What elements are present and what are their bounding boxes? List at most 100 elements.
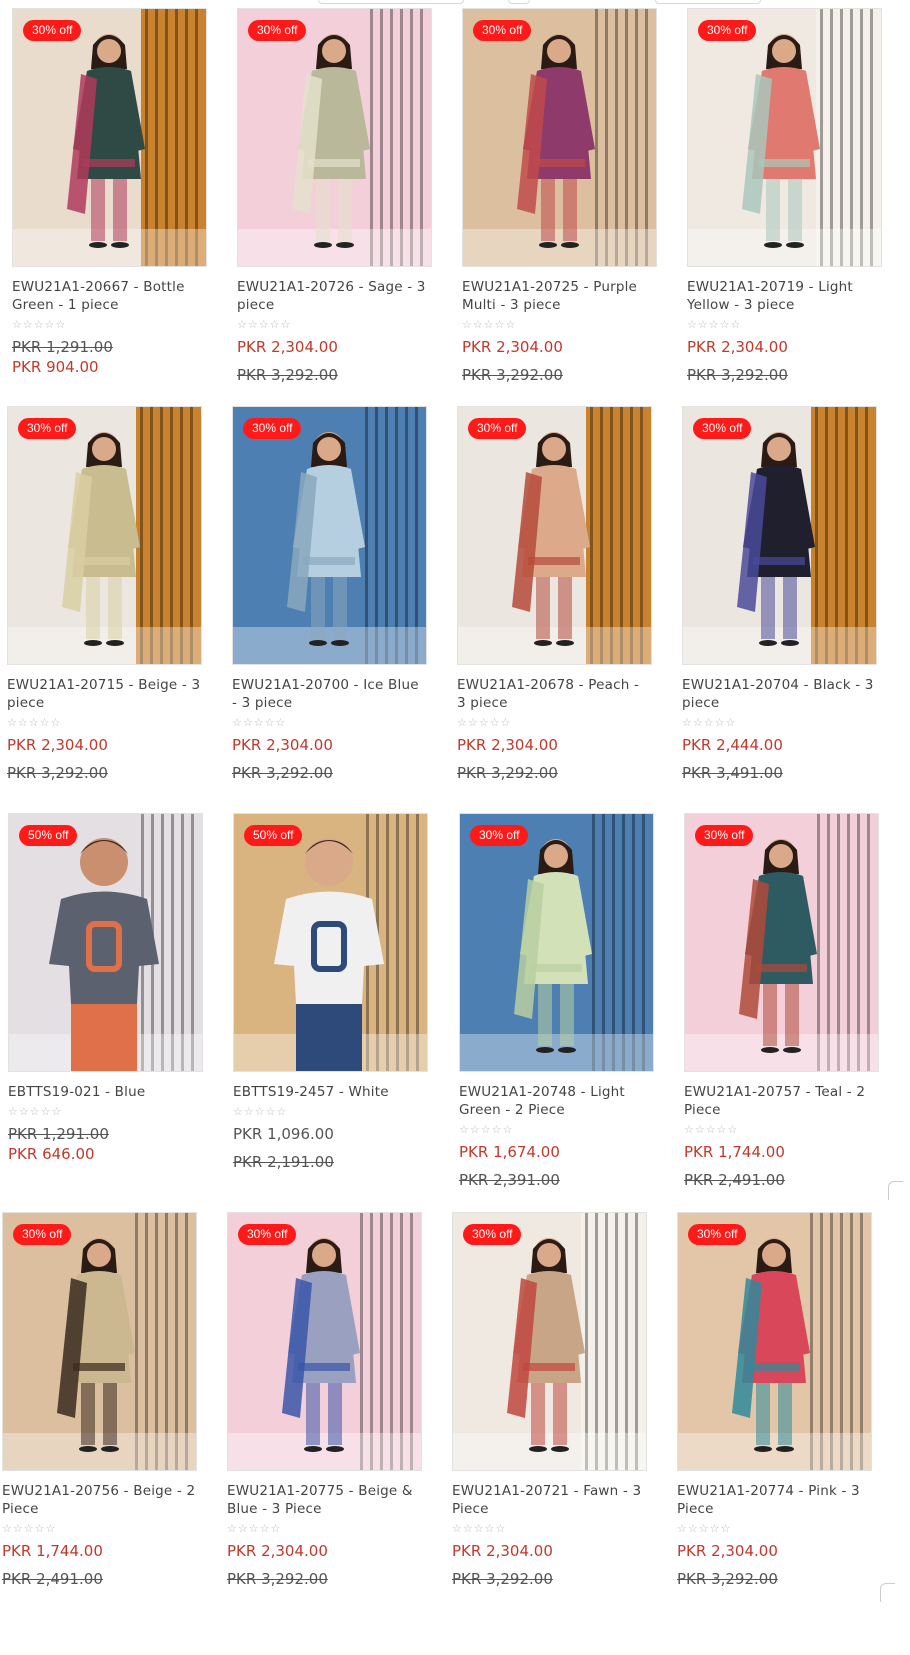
product-image[interactable]: 30% off	[677, 1212, 872, 1471]
price-block: PKR 1,744.00 PKR 2,491.00	[684, 1142, 879, 1190]
product-card[interactable]: 30% off EWU21A1-20775 - Beige & Blue - 3…	[227, 1212, 422, 1589]
product-card[interactable]: 30% off EWU21A1-20757 - Teal - 2 Piece ☆…	[684, 813, 879, 1190]
rating-stars: ☆☆☆☆☆	[677, 1522, 732, 1535]
price-block: PKR 2,304.00 PKR 3,292.00	[232, 735, 427, 783]
product-card[interactable]: 50% off EBTTS19-021 - Blue ☆☆☆☆☆ PKR 1,2…	[8, 813, 203, 1164]
product-title[interactable]: EWU21A1-20775 - Beige & Blue - 3 Piece	[227, 1482, 422, 1518]
rating-stars: ☆☆☆☆☆	[684, 1123, 739, 1136]
product-image[interactable]: 30% off	[462, 8, 657, 267]
product-image[interactable]: 30% off	[2, 1212, 197, 1471]
discount-badge: 30% off	[463, 1224, 522, 1245]
price-block: PKR 2,304.00 PKR 3,292.00	[687, 337, 882, 385]
sale-price: PKR 1,744.00	[684, 1143, 785, 1161]
product-image[interactable]: 50% off	[233, 813, 428, 1072]
product-card[interactable]: 30% off EWU21A1-20748 - Light Green - 2 …	[459, 813, 654, 1190]
rating-stars: ☆☆☆☆☆	[687, 318, 742, 331]
product-title[interactable]: EWU21A1-20726 - Sage - 3 piece	[237, 278, 432, 314]
product-photo[interactable]	[688, 9, 881, 266]
price-block: PKR 1,096.00 PKR 2,191.00	[233, 1124, 428, 1172]
product-photo[interactable]	[460, 814, 653, 1071]
product-photo[interactable]	[458, 407, 651, 664]
product-title[interactable]: EBTTS19-021 - Blue	[8, 1083, 203, 1101]
product-card[interactable]: 30% off EWU21A1-20721 - Fawn - 3 Piece ☆…	[452, 1212, 647, 1589]
product-photo[interactable]	[233, 407, 426, 664]
sale-price: PKR 1,674.00	[459, 1143, 560, 1161]
product-photo[interactable]	[3, 1213, 196, 1470]
sale-price: PKR 904.00	[12, 358, 99, 376]
original-price: PKR 2,391.00	[459, 1171, 560, 1189]
product-title[interactable]: EWU21A1-20704 - Black - 3 piece	[682, 676, 877, 712]
rating-stars: ☆☆☆☆☆	[7, 716, 62, 729]
product-image[interactable]: 30% off	[12, 8, 207, 267]
product-title[interactable]: EWU21A1-20721 - Fawn - 3 Piece	[452, 1482, 647, 1518]
product-title[interactable]: EWU21A1-20667 - Bottle Green - 1 piece	[12, 278, 207, 314]
rating-stars: ☆☆☆☆☆	[233, 1105, 288, 1118]
product-image[interactable]: 30% off	[684, 813, 879, 1072]
discount-badge: 30% off	[248, 20, 307, 41]
discount-badge: 30% off	[18, 418, 77, 439]
product-title[interactable]: EWU21A1-20678 - Peach - 3 piece	[457, 676, 652, 712]
product-photo[interactable]	[685, 814, 878, 1071]
rating-stars: ☆☆☆☆☆	[457, 716, 512, 729]
product-image[interactable]: 30% off	[687, 8, 882, 267]
sale-price: PKR 2,304.00	[232, 736, 333, 754]
product-photo[interactable]	[9, 814, 202, 1071]
product-photo[interactable]	[678, 1213, 871, 1470]
product-title[interactable]: EWU21A1-20756 - Beige - 2 Piece	[2, 1482, 197, 1518]
product-image[interactable]: 30% off	[7, 406, 202, 665]
price-block: PKR 2,304.00 PKR 3,292.00	[677, 1541, 872, 1589]
product-image[interactable]: 30% off	[682, 406, 877, 665]
product-title[interactable]: EWU21A1-20757 - Teal - 2 Piece	[684, 1083, 879, 1119]
product-title[interactable]: EWU21A1-20725 - Purple Multi - 3 piece	[462, 278, 657, 314]
product-photo[interactable]	[228, 1213, 421, 1470]
product-card[interactable]: 30% off EWU21A1-20725 - Purple Multi - 3…	[462, 8, 657, 385]
discount-badge: 30% off	[693, 418, 752, 439]
product-image[interactable]: 30% off	[457, 406, 652, 665]
price-block: PKR 2,444.00 PKR 3,491.00	[682, 735, 877, 783]
rating-stars: ☆☆☆☆☆	[237, 318, 292, 331]
product-card[interactable]: 30% off EWU21A1-20719 - Light Yellow - 3…	[687, 8, 882, 385]
product-image[interactable]: 30% off	[232, 406, 427, 665]
product-photo[interactable]	[453, 1213, 646, 1470]
product-title[interactable]: EWU21A1-20715 - Beige - 3 piece	[7, 676, 202, 712]
product-image[interactable]: 30% off	[452, 1212, 647, 1471]
discount-badge: 30% off	[695, 825, 754, 846]
product-photo[interactable]	[8, 407, 201, 664]
original-price: PKR 3,292.00	[237, 366, 338, 384]
product-card[interactable]: 30% off EWU21A1-20774 - Pink - 3 Piece ☆…	[677, 1212, 872, 1589]
product-card[interactable]: 30% off EWU21A1-20726 - Sage - 3 piece ☆…	[237, 8, 432, 385]
product-image[interactable]: 50% off	[8, 813, 203, 1072]
product-card[interactable]: 50% off EBTTS19-2457 - White ☆☆☆☆☆ PKR 1…	[233, 813, 428, 1172]
price-block: PKR 2,304.00 PKR 3,292.00	[462, 337, 657, 385]
product-card[interactable]: 30% off EWU21A1-20678 - Peach - 3 piece …	[457, 406, 652, 783]
sale-price: PKR 2,304.00	[457, 736, 558, 754]
product-image[interactable]: 30% off	[227, 1212, 422, 1471]
rating-stars: ☆☆☆☆☆	[452, 1522, 507, 1535]
product-title[interactable]: EWU21A1-20774 - Pink - 3 Piece	[677, 1482, 872, 1518]
original-price: PKR 3,292.00	[452, 1570, 553, 1588]
product-photo[interactable]	[683, 407, 876, 664]
product-card[interactable]: 30% off EWU21A1-20700 - Ice Blue - 3 pie…	[232, 406, 427, 783]
original-price: PKR 3,292.00	[227, 1570, 328, 1588]
product-card[interactable]: 30% off EWU21A1-20715 - Beige - 3 piece …	[7, 406, 202, 783]
sale-price: PKR 646.00	[8, 1145, 95, 1163]
product-photo[interactable]	[13, 9, 206, 266]
product-title[interactable]: EWU21A1-20719 - Light Yellow - 3 piece	[687, 278, 882, 314]
rating-stars: ☆☆☆☆☆	[2, 1522, 57, 1535]
product-title[interactable]: EWU21A1-20748 - Light Green - 2 Piece	[459, 1083, 654, 1119]
product-card[interactable]: 30% off EWU21A1-20756 - Beige - 2 Piece …	[2, 1212, 197, 1589]
product-title[interactable]: EBTTS19-2457 - White	[233, 1083, 428, 1101]
rating-stars: ☆☆☆☆☆	[12, 318, 67, 331]
price-block: PKR 2,304.00 PKR 3,292.00	[7, 735, 202, 783]
product-photo[interactable]	[463, 9, 656, 266]
product-card[interactable]: 30% off EWU21A1-20667 - Bottle Green - 1…	[12, 8, 207, 377]
product-image[interactable]: 30% off	[237, 8, 432, 267]
product-image[interactable]: 30% off	[459, 813, 654, 1072]
product-title[interactable]: EWU21A1-20700 - Ice Blue - 3 piece	[232, 676, 427, 712]
price-block: PKR 2,304.00 PKR 3,292.00	[452, 1541, 647, 1589]
product-card[interactable]: 30% off EWU21A1-20704 - Black - 3 piece …	[682, 406, 877, 783]
product-photo[interactable]	[234, 814, 427, 1071]
product-photo[interactable]	[238, 9, 431, 266]
original-price: PKR 3,292.00	[462, 366, 563, 384]
top-control-fragment	[318, 0, 464, 4]
